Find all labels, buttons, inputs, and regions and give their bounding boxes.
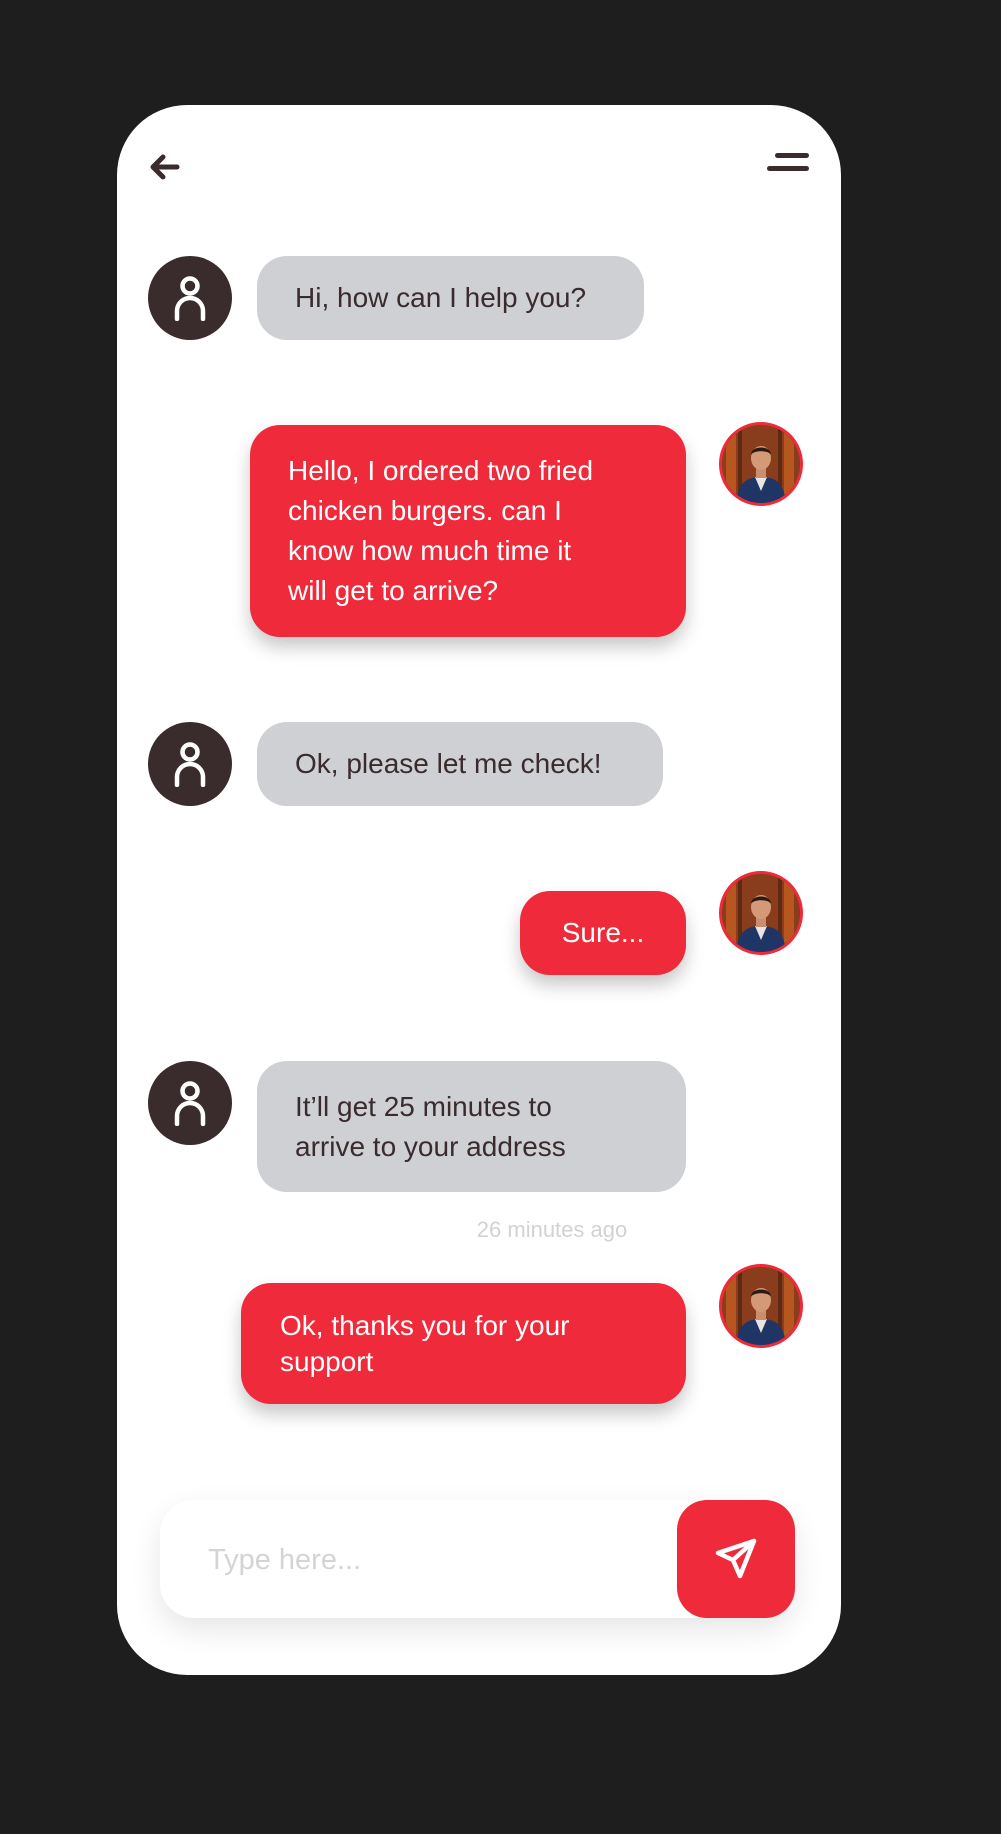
person-icon bbox=[174, 276, 206, 321]
user-photo bbox=[722, 425, 800, 503]
user-photo bbox=[722, 1267, 800, 1345]
message-line: support bbox=[280, 1345, 374, 1377]
message-timestamp: 26 minutes ago bbox=[117, 1217, 841, 1243]
timestamp-text: 26 minutes ago bbox=[476, 1217, 628, 1242]
message-composer bbox=[160, 1500, 795, 1620]
user-message: Hello, I ordered two fried chicken burge… bbox=[250, 425, 686, 637]
message-line: will get to arrive? bbox=[288, 575, 499, 606]
user-photo bbox=[722, 874, 800, 952]
chat-screen: Hi, how can I help you? Hello, I ordered… bbox=[117, 105, 841, 1675]
paper-plane-icon bbox=[715, 1538, 757, 1579]
person-icon bbox=[174, 1081, 206, 1126]
send-button[interactable] bbox=[677, 1500, 795, 1618]
support-avatar bbox=[148, 256, 232, 340]
support-avatar bbox=[148, 722, 232, 806]
message-line: know how much time it bbox=[288, 535, 572, 566]
message-line: chicken burgers. can I bbox=[288, 495, 562, 526]
message-text: Sure... bbox=[561, 917, 645, 948]
support-message: Hi, how can I help you? bbox=[257, 256, 644, 340]
support-message: Ok, please let me check! bbox=[257, 722, 663, 806]
message-input[interactable] bbox=[206, 1500, 650, 1620]
arrow-left-icon[interactable] bbox=[147, 149, 183, 185]
support-avatar bbox=[148, 1061, 232, 1145]
message-text: Ok, please let me check! bbox=[295, 748, 602, 779]
user-avatar bbox=[719, 871, 803, 955]
user-message: Sure... bbox=[520, 891, 686, 975]
message-line: Ok, thanks you for your bbox=[280, 1309, 570, 1341]
support-message: It’ll get 25 minutes to arrive to your a… bbox=[257, 1061, 686, 1192]
user-avatar bbox=[719, 422, 803, 506]
menu-lines-icon[interactable] bbox=[767, 149, 809, 177]
user-avatar bbox=[719, 1264, 803, 1348]
user-message: Ok, thanks you for your support bbox=[241, 1283, 686, 1404]
message-text: Hi, how can I help you? bbox=[295, 282, 587, 313]
message-line: Hello, I ordered two fried bbox=[288, 455, 594, 486]
person-icon bbox=[174, 742, 206, 787]
message-line: arrive to your address bbox=[295, 1130, 566, 1162]
message-line: It’ll get 25 minutes to bbox=[295, 1090, 552, 1122]
